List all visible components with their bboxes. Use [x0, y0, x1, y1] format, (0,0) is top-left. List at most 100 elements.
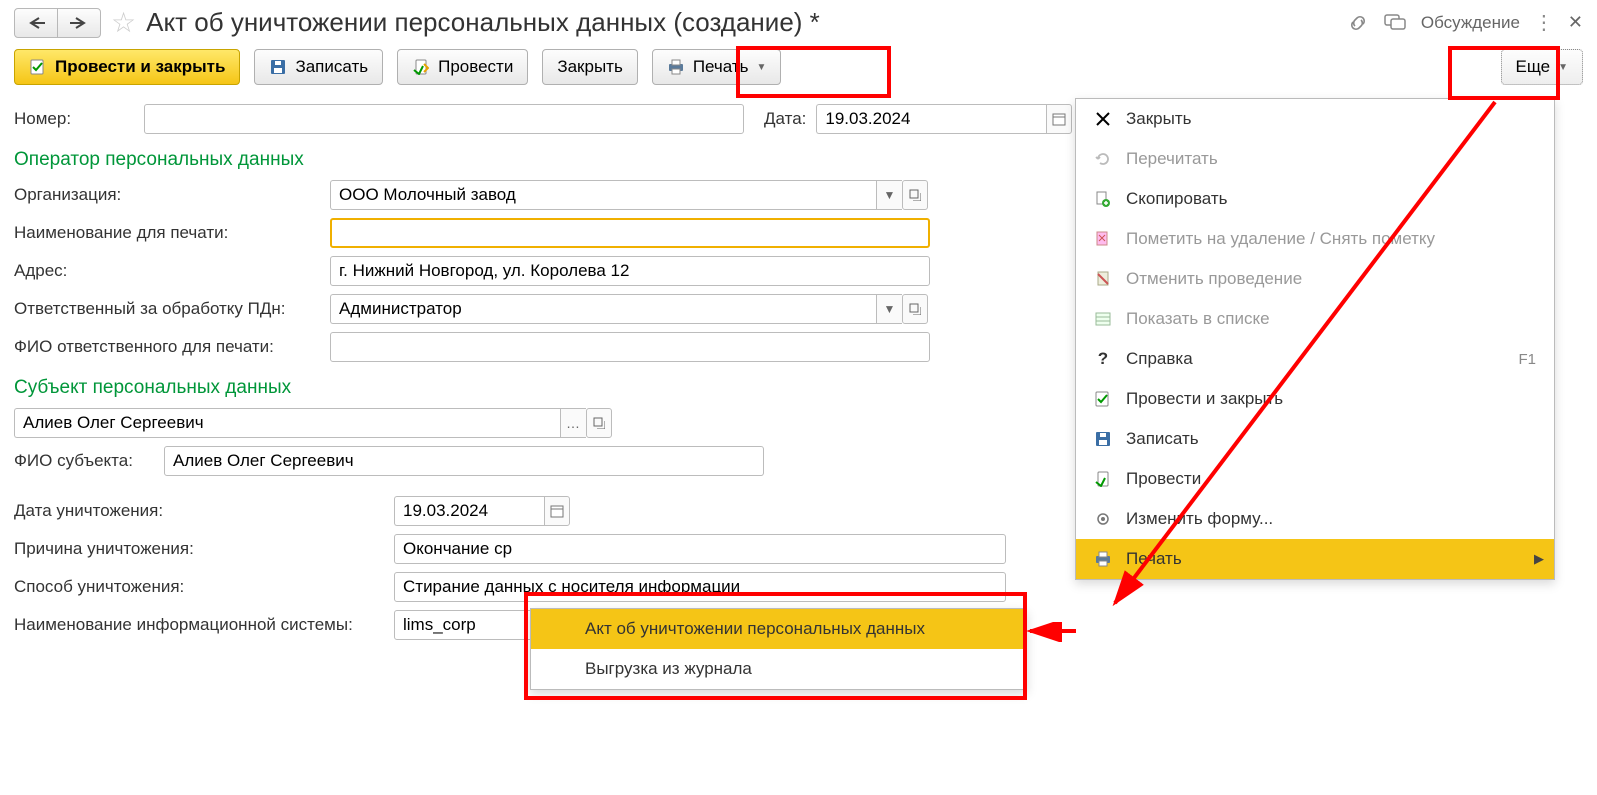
nav-back-button[interactable]	[14, 8, 58, 38]
discuss-label[interactable]: Обсуждение	[1421, 13, 1520, 33]
subject-open-button[interactable]	[586, 408, 612, 438]
printname-input[interactable]	[330, 218, 930, 248]
printer-icon	[1094, 550, 1112, 568]
save-label: Записать	[295, 57, 368, 77]
subject-select-button[interactable]: …	[560, 408, 586, 438]
post-and-close-button[interactable]: Провести и закрыть	[14, 49, 240, 85]
method-input[interactable]	[394, 572, 1006, 602]
refresh-icon	[1094, 150, 1112, 168]
copy-doc-icon	[1094, 190, 1112, 208]
link-icon[interactable]	[1347, 12, 1369, 34]
save-icon	[1094, 430, 1112, 448]
save-button[interactable]: Записать	[254, 49, 383, 85]
print-button[interactable]: Печать ▼	[652, 49, 782, 85]
submenu-export[interactable]: Выгрузка из журнала	[531, 649, 1026, 689]
discuss-icon[interactable]	[1383, 12, 1407, 34]
date-input[interactable]	[816, 104, 1046, 134]
menu-showlist[interactable]: Показать в списке	[1076, 299, 1554, 339]
destroy-date-input[interactable]	[394, 496, 544, 526]
menu-post-close[interactable]: Провести и закрыть	[1076, 379, 1554, 419]
submenu-arrow-icon: ▶	[1534, 551, 1544, 567]
kebab-menu-icon[interactable]: ⋮	[1534, 10, 1554, 35]
fio-label: ФИО субъекта:	[14, 451, 164, 471]
org-label: Организация:	[14, 185, 330, 205]
menu-copy[interactable]: Скопировать	[1076, 179, 1554, 219]
menu-copy-label: Скопировать	[1126, 189, 1228, 209]
submenu-act[interactable]: Акт об уничтожении персональных данных	[531, 609, 1026, 649]
number-input[interactable]	[144, 104, 744, 134]
menu-unpost-label: Отменить проведение	[1126, 269, 1302, 289]
more-button[interactable]: Еще ▼	[1501, 49, 1584, 85]
chevron-down-icon: ▼	[757, 62, 767, 73]
menu-close[interactable]: Закрыть	[1076, 99, 1554, 139]
address-input[interactable]	[330, 256, 930, 286]
page-title: Акт об уничтожении персональных данных (…	[146, 7, 820, 38]
menu-post-label: Провести	[1126, 469, 1201, 489]
destroy-date-label: Дата уничтожения:	[14, 501, 394, 521]
post-button[interactable]: Провести	[397, 49, 528, 85]
post-close-icon	[1094, 390, 1112, 408]
resp-dropdown-button[interactable]: ▼	[876, 294, 902, 324]
menu-post-close-label: Провести и закрыть	[1126, 389, 1283, 409]
markdel-icon	[1094, 230, 1112, 248]
date-picker-button[interactable]	[1046, 104, 1072, 134]
respfio-label: ФИО ответственного для печати:	[14, 337, 330, 357]
respfio-input[interactable]	[330, 332, 930, 362]
close-label: Закрыть	[557, 57, 622, 77]
subject-input[interactable]	[14, 408, 560, 438]
menu-close-label: Закрыть	[1126, 109, 1191, 129]
system-label: Наименование информационной системы:	[14, 615, 394, 635]
more-menu: Закрыть Перечитать Скопировать Пометить …	[1075, 98, 1555, 580]
menu-save[interactable]: Записать	[1076, 419, 1554, 459]
chevron-down-icon: ▼	[1558, 62, 1568, 73]
unpost-icon	[1094, 270, 1112, 288]
menu-unpost[interactable]: Отменить проведение	[1076, 259, 1554, 299]
menu-reread-label: Перечитать	[1126, 149, 1218, 169]
print-label: Печать	[693, 57, 749, 77]
menu-markdel-label: Пометить на удаление / Снять пометку	[1126, 229, 1435, 249]
close-button[interactable]: Закрыть	[542, 49, 637, 85]
org-dropdown-button[interactable]: ▼	[876, 180, 902, 210]
post-label: Провести	[438, 57, 513, 77]
menu-help[interactable]: ? Справка F1	[1076, 339, 1554, 379]
print-submenu: Акт об уничтожении персональных данных В…	[530, 608, 1027, 690]
menu-showlist-label: Показать в списке	[1126, 309, 1270, 329]
menu-post[interactable]: Провести	[1076, 459, 1554, 499]
close-x-icon	[1094, 110, 1112, 128]
favorite-star-icon[interactable]: ☆	[111, 6, 136, 39]
check-doc-icon	[29, 58, 47, 76]
org-input[interactable]	[330, 180, 876, 210]
resp-label: Ответственный за обработку ПДн:	[14, 299, 330, 319]
menu-save-label: Записать	[1126, 429, 1199, 449]
number-label: Номер:	[14, 109, 144, 129]
menu-print-label: Печать	[1126, 549, 1182, 569]
resp-input[interactable]	[330, 294, 876, 324]
menu-editform[interactable]: Изменить форму...	[1076, 499, 1554, 539]
post-icon	[1094, 470, 1112, 488]
destroy-date-picker-button[interactable]	[544, 496, 570, 526]
showlist-icon	[1094, 310, 1112, 328]
more-label: Еще	[1516, 57, 1551, 77]
menu-reread[interactable]: Перечитать	[1076, 139, 1554, 179]
reason-input[interactable]	[394, 534, 1006, 564]
menu-help-label: Справка	[1126, 349, 1193, 369]
printname-label: Наименование для печати:	[14, 223, 330, 243]
org-open-button[interactable]	[902, 180, 928, 210]
fio-input[interactable]	[164, 446, 764, 476]
resp-open-button[interactable]	[902, 294, 928, 324]
menu-print[interactable]: Печать ▶	[1076, 539, 1554, 579]
help-icon: ?	[1094, 350, 1112, 368]
post-icon	[412, 58, 430, 76]
menu-markdel[interactable]: Пометить на удаление / Снять пометку	[1076, 219, 1554, 259]
method-label: Способ уничтожения:	[14, 577, 394, 597]
nav-forward-button[interactable]	[57, 8, 101, 38]
close-icon[interactable]: ✕	[1568, 12, 1583, 33]
submenu-export-label: Выгрузка из журнала	[585, 659, 752, 679]
gear-icon	[1094, 510, 1112, 528]
reason-label: Причина уничтожения:	[14, 539, 394, 559]
save-icon	[269, 58, 287, 76]
menu-help-key: F1	[1518, 351, 1536, 368]
menu-editform-label: Изменить форму...	[1126, 509, 1273, 529]
post-and-close-label: Провести и закрыть	[55, 57, 225, 77]
submenu-act-label: Акт об уничтожении персональных данных	[585, 619, 925, 639]
